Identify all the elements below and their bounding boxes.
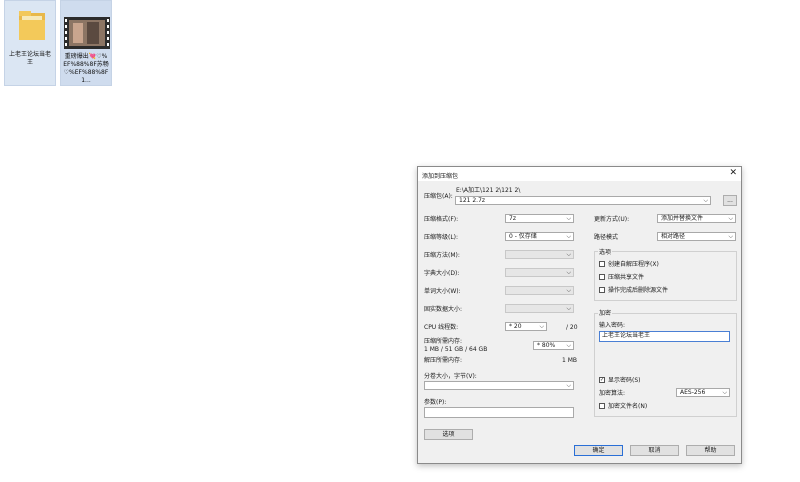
archive-filename: 121 2.7z bbox=[459, 197, 486, 204]
password-label: 输入密码: bbox=[599, 322, 626, 329]
split-select[interactable]: ⌵ bbox=[424, 381, 574, 390]
help-button[interactable]: 帮助 bbox=[686, 445, 735, 456]
chevron-down-icon: ⌵ bbox=[566, 269, 571, 276]
chevron-down-icon: ⌵ bbox=[566, 305, 571, 312]
pathmode-label: 路径模式 bbox=[594, 234, 619, 241]
chevron-down-icon: ⌵ bbox=[703, 197, 708, 204]
shared-label: 压缩共享文件 bbox=[608, 274, 645, 281]
level-label: 压缩等级(L): bbox=[424, 234, 459, 241]
mem-comp-select[interactable]: * 80% ⌵ bbox=[533, 341, 574, 350]
threads-value: * 20 bbox=[509, 323, 522, 330]
mem-comp-label: 压缩所需内存: bbox=[424, 338, 463, 345]
shared-checkbox[interactable] bbox=[599, 274, 605, 280]
threads-select[interactable]: * 20 ⌵ bbox=[505, 322, 547, 331]
encryption-group-title: 加密 bbox=[598, 310, 613, 317]
ok-button[interactable]: 确定 bbox=[574, 445, 623, 456]
chevron-down-icon: ⌵ bbox=[566, 233, 571, 240]
chevron-down-icon: ⌵ bbox=[728, 233, 733, 240]
encrypt-names-label: 加密文件名(N) bbox=[608, 403, 648, 410]
chevron-down-icon: ⌵ bbox=[566, 215, 571, 222]
pathmode-value: 相对路径 bbox=[661, 233, 686, 240]
add-to-archive-dialog: 添加到压缩包 ✕ 压缩包(A): E:\A加工\121 2\121 2\ 121… bbox=[417, 166, 742, 464]
archive-filename-combo[interactable]: 121 2.7z ⌵ bbox=[455, 196, 711, 205]
solid-select: ⌵ bbox=[505, 304, 574, 313]
folder-icon bbox=[19, 11, 45, 40]
mem-comp-value: * 80% bbox=[537, 342, 556, 349]
chevron-down-icon: ⌵ bbox=[566, 251, 571, 258]
mem-comp-detail: 1 MB / 51 GB / 64 GB bbox=[424, 346, 488, 353]
options-button[interactable]: 选项 bbox=[424, 429, 473, 440]
chevron-down-icon: ⌵ bbox=[539, 323, 544, 330]
desktop-icon-video[interactable]: 重磅爆出💘♡%EF%88%8F苏畅♡%EF%88%8F1... bbox=[60, 0, 112, 86]
chevron-down-icon: ⌵ bbox=[566, 287, 571, 294]
level-select[interactable]: 0 - 仅存储 ⌵ bbox=[505, 232, 574, 241]
pathmode-select[interactable]: 相对路径 ⌵ bbox=[657, 232, 736, 241]
method-label: 压缩方法(M): bbox=[424, 252, 460, 259]
params-input[interactable] bbox=[424, 407, 574, 418]
show-password-checkbox[interactable]: ✓ bbox=[599, 377, 605, 383]
chevron-down-icon: ⌵ bbox=[566, 342, 571, 349]
threads-label: CPU 线程数: bbox=[424, 324, 459, 331]
update-label: 更新方式(U): bbox=[594, 216, 630, 223]
desktop-icon-folder[interactable]: 上老王论坛当老王 bbox=[4, 0, 56, 86]
sfx-label: 创建自解压程序(X) bbox=[608, 261, 659, 268]
mem-decomp-value: 1 MB bbox=[562, 357, 578, 364]
method-select: ⌵ bbox=[505, 250, 574, 259]
archive-label: 压缩包(A): bbox=[424, 193, 453, 200]
video-thumbnail-icon bbox=[64, 17, 110, 49]
algo-value: AES-256 bbox=[680, 389, 706, 396]
sfx-checkbox[interactable] bbox=[599, 261, 605, 267]
params-label: 参数(P): bbox=[424, 399, 447, 406]
browse-button[interactable]: ... bbox=[723, 195, 737, 206]
dict-select: ⌵ bbox=[505, 268, 574, 277]
chevron-down-icon: ⌵ bbox=[566, 382, 571, 389]
chevron-down-icon: ⌵ bbox=[722, 389, 727, 396]
threads-max: / 20 bbox=[566, 324, 578, 331]
format-label: 压缩格式(F): bbox=[424, 216, 459, 223]
level-value: 0 - 仅存储 bbox=[509, 233, 537, 240]
options-group-title: 选项 bbox=[598, 249, 613, 256]
chevron-down-icon: ⌵ bbox=[728, 215, 733, 222]
desktop-icon-label: 上老王论坛当老王 bbox=[8, 51, 51, 66]
solid-label: 固实数据大小: bbox=[424, 306, 463, 313]
show-password-label: 显示密码(S) bbox=[608, 377, 641, 384]
split-label: 分卷大小，字节(V): bbox=[424, 373, 477, 380]
password-input[interactable]: 上老王论坛当老王 bbox=[599, 331, 730, 342]
update-select[interactable]: 添加并替换文件 ⌵ bbox=[657, 214, 736, 223]
desktop-icon-label: 重磅爆出💘♡%EF%88%8F苏畅♡%EF%88%8F1... bbox=[63, 53, 109, 84]
dialog-title: 添加到压缩包 bbox=[422, 173, 459, 180]
dict-label: 字典大小(D): bbox=[424, 270, 460, 277]
word-label: 单词大小(W): bbox=[424, 288, 461, 295]
title-bar: 添加到压缩包 ✕ bbox=[418, 167, 741, 181]
archive-path: E:\A加工\121 2\121 2\ bbox=[456, 187, 521, 194]
delete-label: 操作完成后删除源文件 bbox=[608, 287, 669, 294]
close-icon[interactable]: ✕ bbox=[729, 169, 737, 178]
format-select[interactable]: 7z ⌵ bbox=[505, 214, 574, 223]
algo-label: 加密算法: bbox=[599, 390, 626, 397]
update-value: 添加并替换文件 bbox=[661, 215, 704, 222]
algo-select[interactable]: AES-256 ⌵ bbox=[676, 388, 730, 397]
mem-decomp-label: 解压所需内存: bbox=[424, 357, 463, 364]
cancel-button[interactable]: 取消 bbox=[630, 445, 679, 456]
word-select: ⌵ bbox=[505, 286, 574, 295]
encrypt-names-checkbox[interactable] bbox=[599, 403, 605, 409]
delete-checkbox[interactable] bbox=[599, 287, 605, 293]
format-value: 7z bbox=[509, 215, 516, 222]
